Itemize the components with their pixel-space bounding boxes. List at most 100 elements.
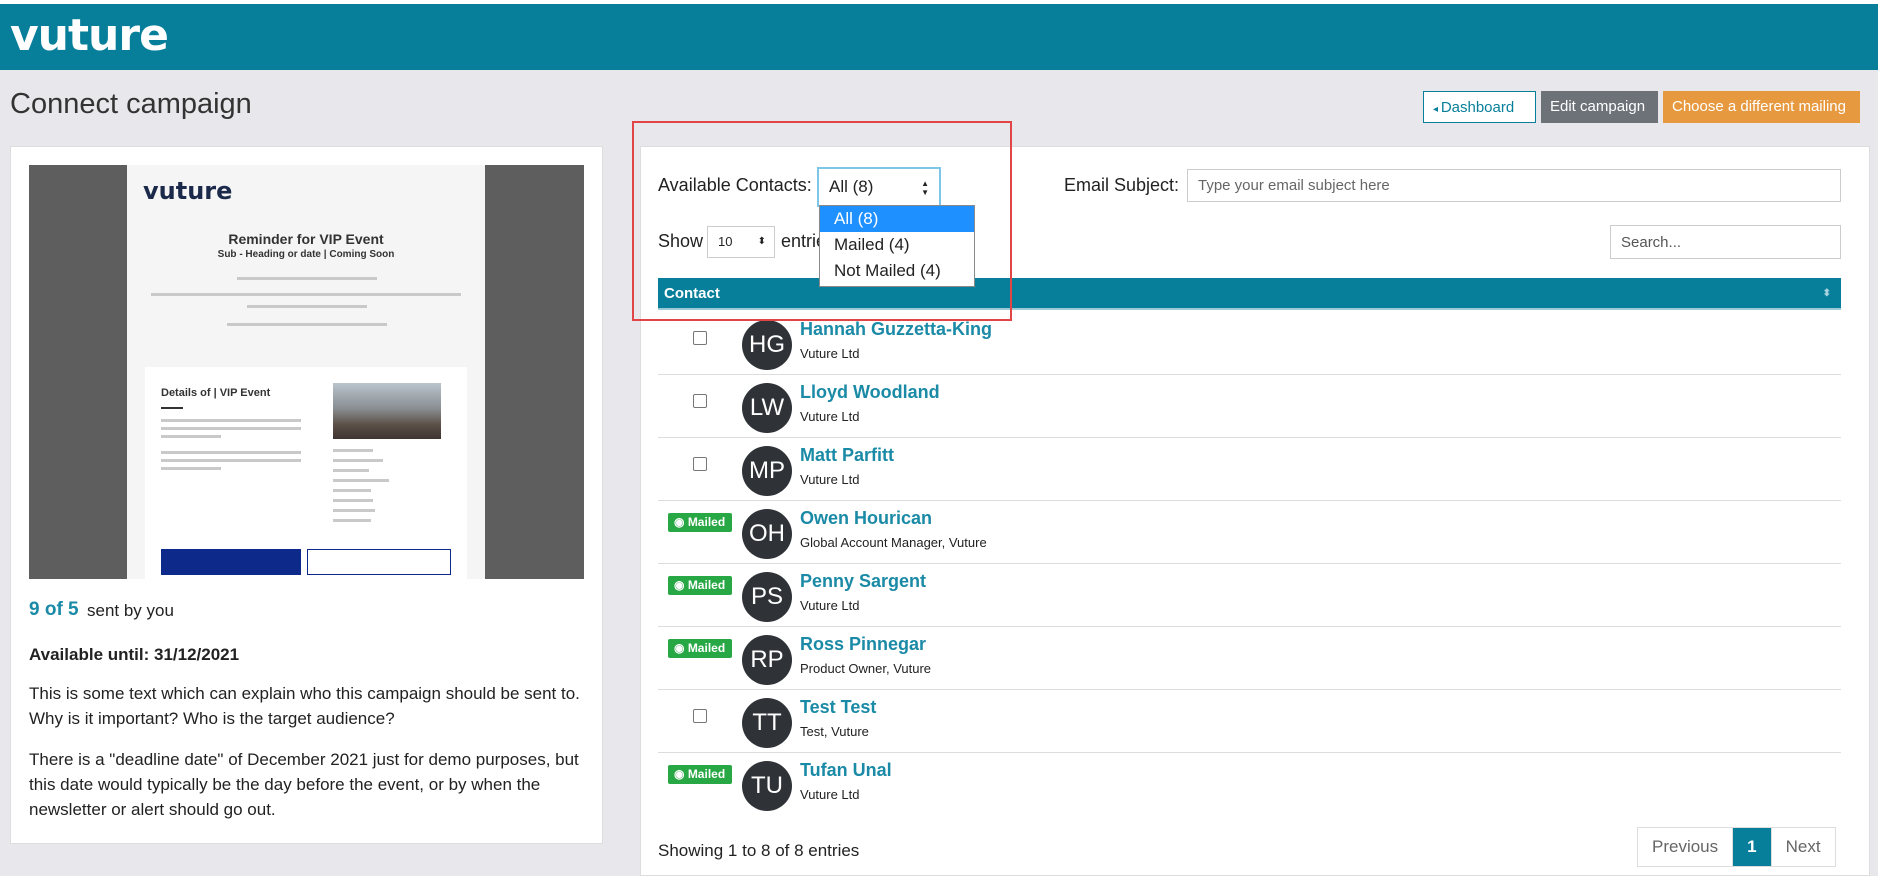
preview-text-line — [161, 435, 221, 438]
mailed-badge: ◉ Mailed — [668, 639, 733, 658]
row-checkbox[interactable] — [693, 331, 707, 345]
next-page-button[interactable]: Next — [1770, 828, 1835, 866]
contact-name-link[interactable]: Tufan Unal — [800, 760, 892, 781]
available-contacts-label: Available Contacts: — [658, 175, 812, 195]
avatar: PS — [742, 572, 792, 622]
contact-company: Vuture Ltd — [800, 409, 860, 424]
contact-name-link[interactable]: Owen Hourican — [800, 508, 932, 529]
choose-mailing-button[interactable]: Choose a different mailing — [1663, 91, 1860, 123]
page-1-button[interactable]: 1 — [1732, 828, 1771, 866]
avatar: TU — [742, 761, 792, 811]
contact-name-link[interactable]: Test Test — [800, 697, 876, 718]
option-all[interactable]: All (8) — [820, 206, 974, 232]
preview-text-line — [333, 489, 371, 492]
dashboard-button[interactable]: ◂ Dashboard — [1423, 91, 1536, 123]
email-preview[interactable]: vuture Reminder for VIP Event Sub - Head… — [29, 165, 584, 579]
dashboard-label: Dashboard — [1440, 99, 1515, 116]
preview-text-line — [333, 519, 371, 522]
contact-name-link[interactable]: Ross Pinnegar — [800, 634, 926, 655]
avatar: TT — [742, 698, 792, 748]
contact-name-link[interactable]: Matt Parfitt — [800, 445, 894, 466]
contact-name-link[interactable]: Hannah Guzzetta-King — [800, 319, 992, 340]
preview-text-line — [333, 449, 373, 452]
email-subject-input[interactable] — [1187, 169, 1841, 202]
vuture-logo[interactable]: vuture — [10, 10, 169, 61]
row-checkbox[interactable] — [693, 457, 707, 471]
available-contacts-dropdown: All (8) Mailed (4) Not Mailed (4) — [819, 205, 975, 287]
preview-city-image — [333, 383, 441, 439]
contact-company: Vuture Ltd — [800, 472, 860, 487]
pagination: Previous 1 Next — [1637, 827, 1836, 867]
contact-company: Vuture Ltd — [800, 787, 860, 802]
preview-text-line — [161, 459, 301, 462]
preview-text-line — [333, 469, 369, 472]
preview-more-info-button — [307, 549, 451, 575]
contact-company: Vuture Ltd — [800, 346, 860, 361]
show-label: Show — [658, 231, 704, 251]
preview-title: Reminder for VIP Event — [228, 231, 384, 247]
option-mailed[interactable]: Mailed (4) — [820, 232, 974, 258]
contact-company: Global Account Manager, Vuture — [800, 535, 987, 550]
eye-icon: ◉ — [674, 578, 688, 592]
preview-logo: vuture — [143, 177, 233, 205]
email-subject-label: Email Subject: — [1064, 175, 1180, 195]
avatar: LW — [742, 383, 792, 433]
contact-company: Vuture Ltd — [800, 598, 860, 613]
select-arrows-icon: ⬍ — [757, 236, 766, 247]
entries-per-page-value: 10 — [718, 234, 733, 249]
row-checkbox[interactable] — [693, 709, 707, 723]
campaign-info-card: vuture Reminder for VIP Event Sub - Head… — [10, 146, 603, 844]
row-checkbox[interactable] — [693, 394, 707, 408]
preview-subtitle: Sub - Heading or date | Coming Soon — [217, 249, 395, 260]
top-bar: vuture — [0, 0, 1878, 70]
table-row: ◉ Mailed OH Owen Hourican Global Account… — [658, 501, 1841, 564]
contact-header-label: Contact — [664, 285, 720, 302]
sort-icon: ⬍ — [1822, 288, 1831, 299]
mailed-badge-label: Mailed — [687, 578, 726, 592]
preview-text-line — [227, 323, 387, 326]
mailed-badge-label: Mailed — [687, 515, 726, 529]
preview-details-heading: Details of | VIP Event — [161, 387, 271, 399]
campaign-deadline-note: There is a "deadline date" of December 2… — [29, 750, 579, 819]
eye-icon: ◉ — [674, 515, 688, 529]
available-contacts-value: All (8) — [829, 177, 874, 196]
email-preview-page: vuture Reminder for VIP Event Sub - Head… — [127, 165, 485, 579]
previous-page-button[interactable]: Previous — [1638, 828, 1732, 866]
campaign-description: This is some text which can explain who … — [29, 684, 580, 728]
edit-campaign-button[interactable]: Edit campaign — [1541, 91, 1658, 123]
avatar: OH — [742, 509, 792, 559]
showing-entries-info: Showing 1 to 8 of 8 entries — [658, 841, 860, 860]
page-title: Connect campaign — [10, 88, 252, 120]
table-row: MP Matt Parfitt Vuture Ltd — [658, 438, 1841, 501]
avatar: HG — [742, 320, 792, 370]
preview-underline — [161, 407, 183, 409]
contact-company: Product Owner, Vuture — [800, 661, 932, 676]
preview-text-line — [247, 305, 367, 308]
table-row: HG Hannah Guzzetta-King Vuture Ltd — [658, 312, 1841, 375]
preview-text-line — [333, 479, 389, 482]
preview-text-line — [161, 467, 221, 470]
option-not-mailed[interactable]: Not Mailed (4) — [820, 258, 974, 284]
mailed-badge: ◉ Mailed — [668, 576, 733, 595]
select-arrows-icon: ▲ ▼ — [921, 179, 929, 197]
preview-text-line — [161, 451, 301, 454]
contacts-card: Available Contacts: All (8) ▲ ▼ Email Sub… — [640, 146, 1870, 876]
preview-text-line — [333, 499, 373, 502]
contacts-list: HG Hannah Guzzetta-King Vuture Ltd LW Ll… — [658, 312, 1841, 815]
available-contacts-select[interactable]: All (8) ▲ ▼ — [817, 167, 941, 207]
preview-text-line — [237, 277, 377, 280]
mailed-badge-label: Mailed — [687, 641, 726, 655]
eye-icon: ◉ — [674, 767, 688, 781]
table-row: ◉ Mailed TU Tufan Unal Vuture Ltd — [658, 753, 1841, 815]
preview-rsvp-button — [161, 549, 301, 575]
preview-text-line — [161, 419, 301, 422]
eye-icon: ◉ — [674, 641, 688, 655]
contact-name-link[interactable]: Penny Sargent — [800, 571, 926, 592]
search-input[interactable] — [1610, 225, 1841, 259]
contact-name-link[interactable]: Lloyd Woodland — [800, 382, 940, 403]
entries-per-page-select[interactable]: 10 ⬍ — [707, 226, 775, 258]
preview-text-line — [151, 293, 461, 296]
available-until: Available until: 31/12/2021 — [29, 645, 240, 664]
contact-company: Test, Vuture — [800, 724, 869, 739]
mailed-badge: ◉ Mailed — [668, 765, 733, 784]
